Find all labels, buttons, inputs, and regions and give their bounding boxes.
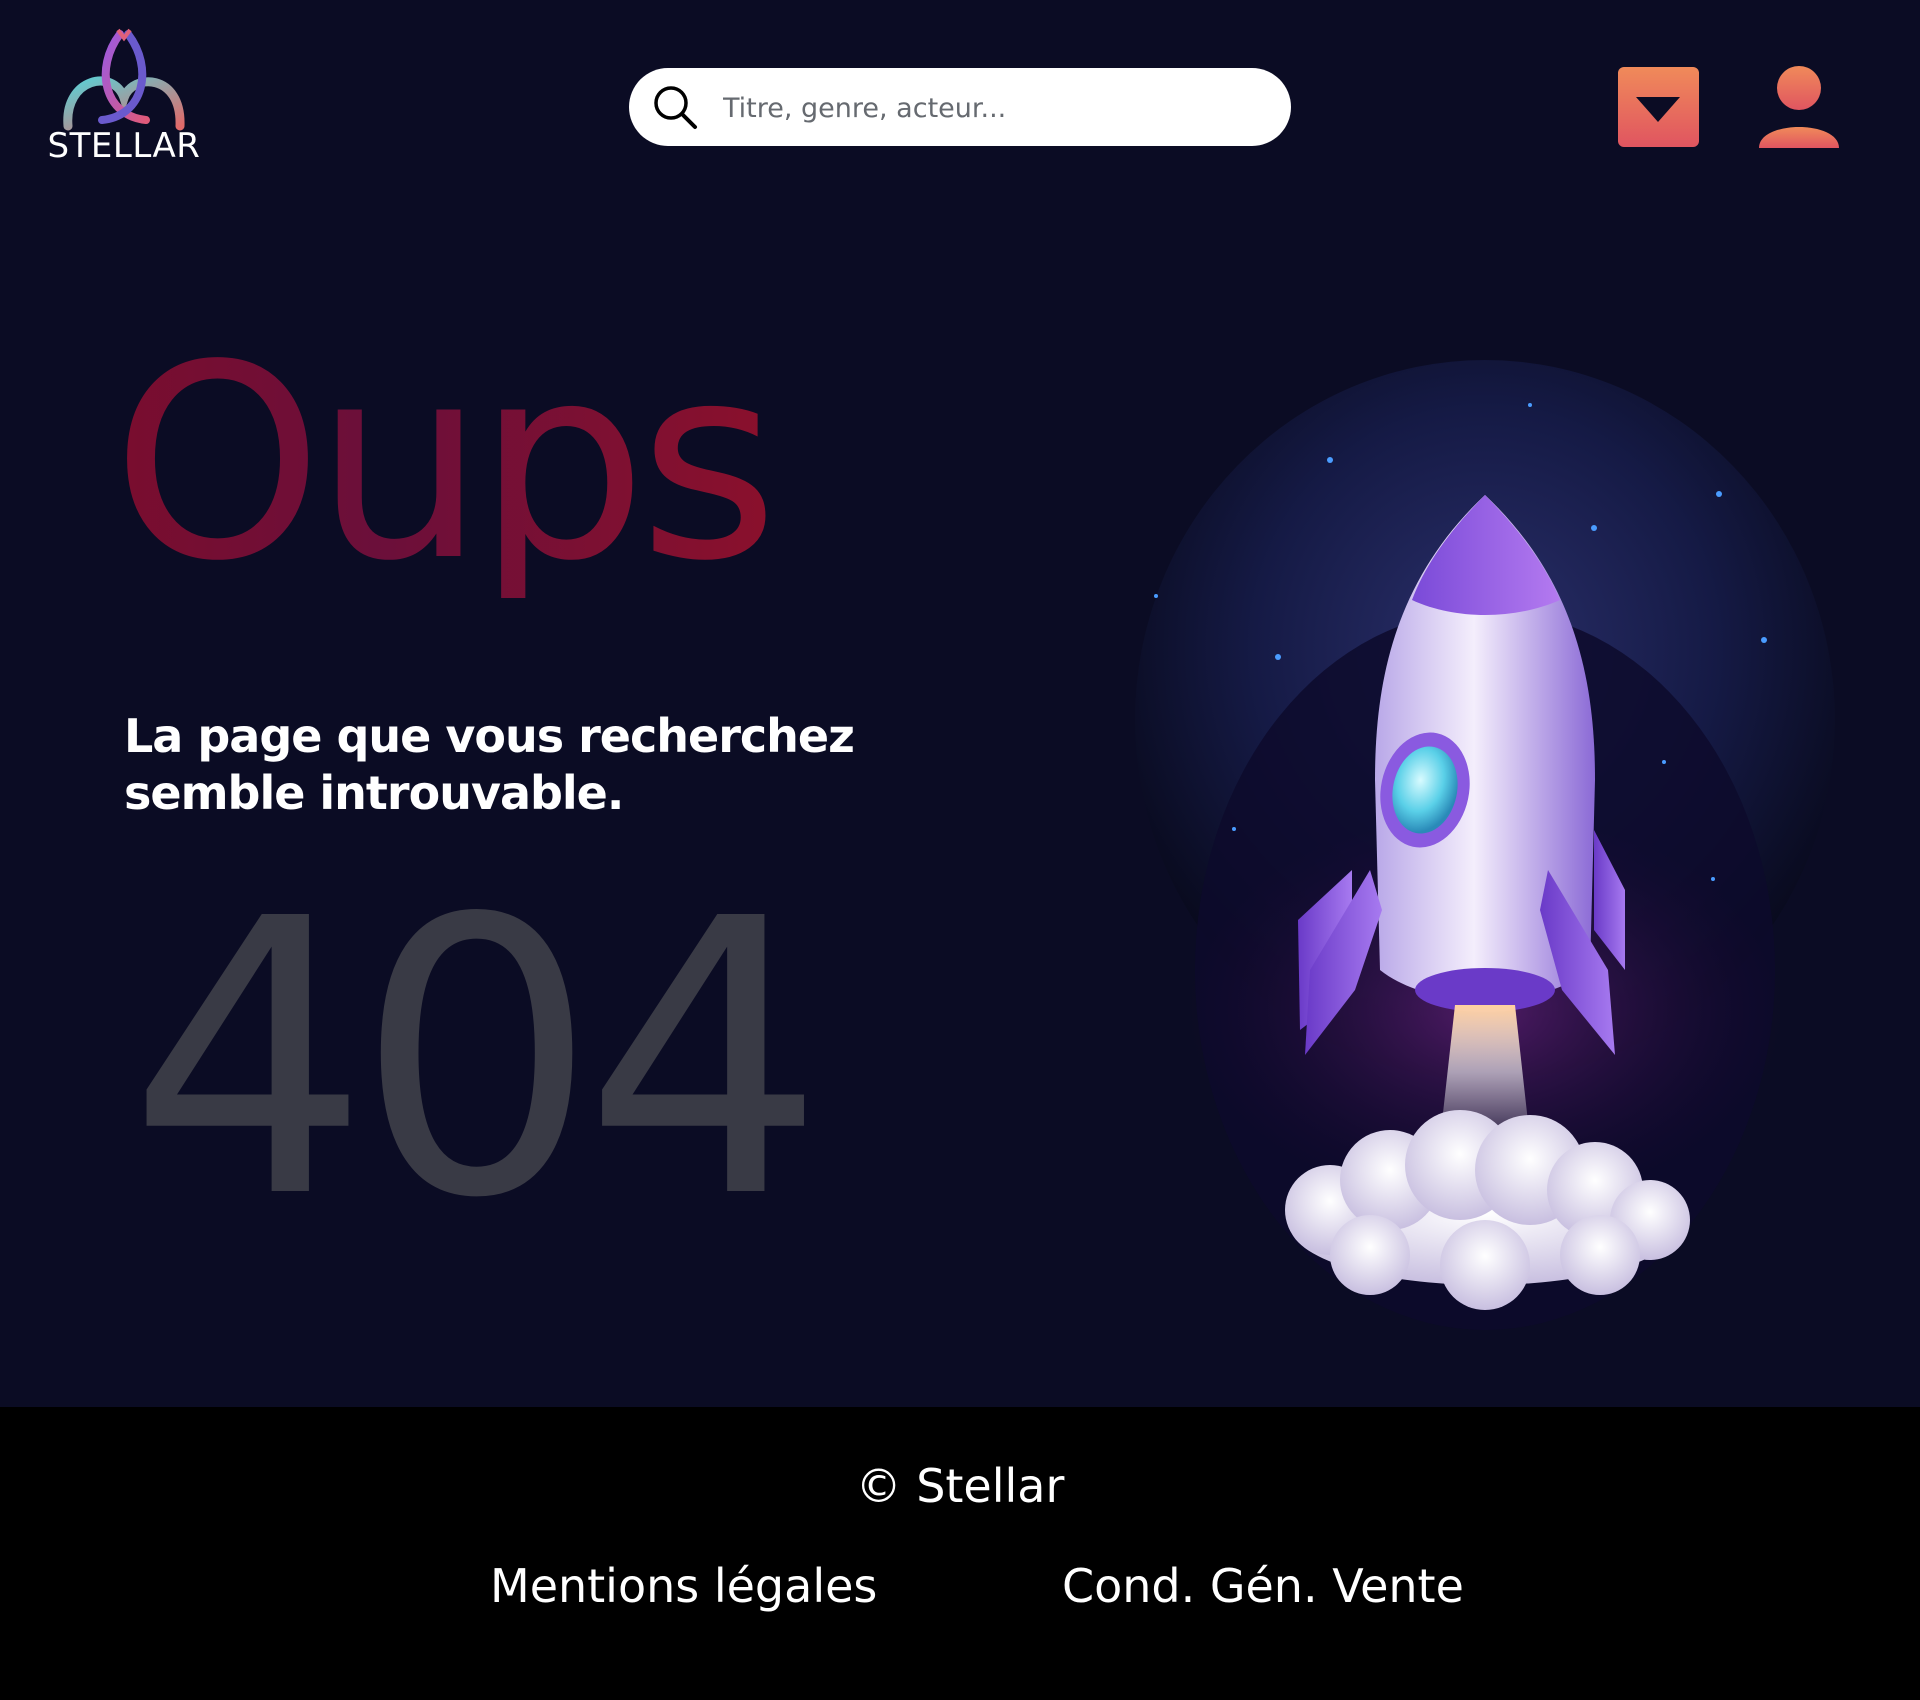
search-icon[interactable]	[651, 83, 701, 133]
rocket-illustration	[1135, 360, 1835, 1330]
copyright-text: © Stellar	[855, 1459, 1065, 1513]
legal-notice-link[interactable]: Mentions légales	[490, 1559, 877, 1613]
user-account-button[interactable]	[1757, 64, 1841, 148]
stellar-logo-icon	[63, 28, 185, 131]
page-title: Oups	[112, 308, 779, 620]
terms-of-sale-link[interactable]: Cond. Gén. Vente	[1062, 1559, 1464, 1613]
search-bar[interactable]	[629, 68, 1291, 146]
dropdown-button[interactable]	[1618, 67, 1699, 147]
logo-link[interactable]: STELLAR	[44, 28, 204, 172]
logo-text: STELLAR	[47, 126, 201, 166]
error-message: La page que vous recherchez semble intro…	[124, 709, 855, 820]
error-code: 404	[128, 838, 825, 1281]
caret-down-icon	[1636, 97, 1680, 122]
site-footer: © Stellar Mentions légales Cond. Gén. Ve…	[0, 1407, 1920, 1700]
user-icon	[1759, 66, 1839, 148]
search-input[interactable]	[721, 82, 1265, 134]
